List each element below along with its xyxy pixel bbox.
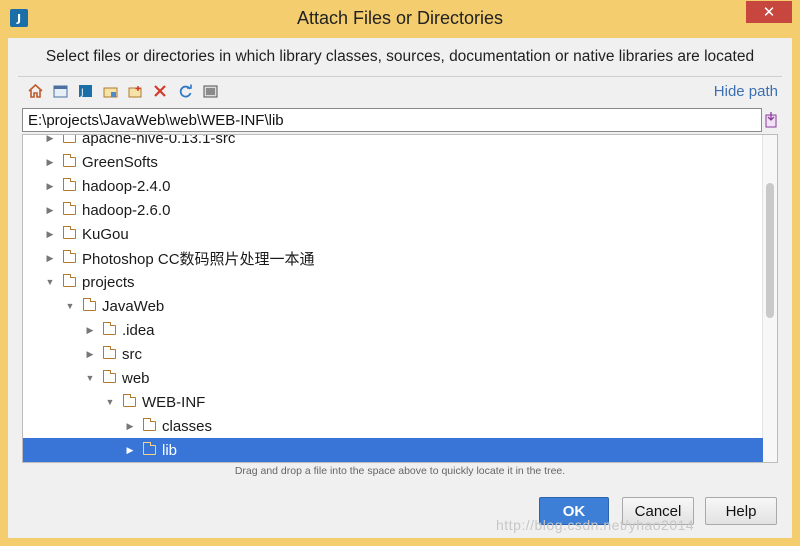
tree-row[interactable]: ▼ WEB-INF xyxy=(23,390,763,414)
tree-row-label: apache-hive-0.13.1-src xyxy=(82,134,236,147)
desktop-icon[interactable] xyxy=(51,82,69,100)
folder-icon xyxy=(62,226,76,239)
folder-icon xyxy=(62,274,76,287)
folder-icon xyxy=(102,346,116,359)
help-button[interactable]: Help xyxy=(705,497,777,525)
file-tree[interactable]: ▶ apache-hive-0.13.1-src ▶ GreenSofts ▶ hadoo… xyxy=(22,134,778,463)
collapsed-arrow-icon[interactable]: ▶ xyxy=(43,227,57,241)
description-text: Select files or directories in which lib… xyxy=(45,48,755,65)
tree-row[interactable]: ▶ GreenSofts xyxy=(23,150,763,174)
scrollbar-thumb[interactable] xyxy=(766,183,774,318)
path-history-icon[interactable] xyxy=(764,111,778,129)
toolbar: J xyxy=(26,82,219,100)
folder-icon xyxy=(122,394,136,407)
expanded-arrow-icon[interactable]: ▼ xyxy=(83,371,97,385)
title-bar[interactable]: J Attach Files or Directories ✕ xyxy=(0,0,800,38)
svg-text:J: J xyxy=(80,88,84,98)
tree-row-label: .idea xyxy=(122,321,155,339)
collapsed-arrow-icon[interactable]: ▶ xyxy=(43,203,57,217)
tree-row[interactable]: ▶ lib xyxy=(23,438,763,462)
close-button[interactable]: ✕ xyxy=(746,1,792,23)
tree-row[interactable]: ▶ .idea xyxy=(23,318,763,342)
folder-icon xyxy=(63,135,76,143)
tree-row[interactable]: ▶ src xyxy=(23,342,763,366)
tree-row-label: projects xyxy=(82,273,135,291)
collapsed-arrow-icon[interactable]: ▶ xyxy=(43,251,57,265)
drag-drop-hint: Drag and drop a file into the space abov… xyxy=(234,465,566,477)
folder-icon xyxy=(82,298,96,311)
tree-row-label: Photoshop CC数码照片处理一本通 xyxy=(82,250,315,268)
folder-icon xyxy=(62,250,76,263)
tree-row-label: hadoop-2.6.0 xyxy=(82,201,171,219)
tree-row[interactable]: ▼ JavaWeb xyxy=(23,294,763,318)
tree-row[interactable]: ▼ projects xyxy=(23,270,763,294)
folder-icon xyxy=(62,154,76,167)
divider xyxy=(18,76,782,77)
tree-row-label: web xyxy=(122,369,150,387)
dialog-window: J Attach Files or Directories ✕ Select f… xyxy=(0,0,800,546)
delete-icon[interactable] xyxy=(151,82,169,100)
project-icon[interactable]: J xyxy=(76,82,94,100)
home-icon[interactable] xyxy=(26,82,44,100)
hide-path-link[interactable]: Hide path xyxy=(714,83,778,100)
new-folder-icon[interactable] xyxy=(126,82,144,100)
tree-row[interactable]: ▶ apache-hive-0.13.1-src xyxy=(23,134,763,150)
tree-row[interactable]: ▶ KuGou xyxy=(23,222,763,246)
collapsed-arrow-icon[interactable]: ▶ xyxy=(123,419,137,433)
folder-icon xyxy=(102,322,116,335)
tree-row-label: hadoop-2.4.0 xyxy=(82,177,171,195)
folder-icon xyxy=(62,178,76,191)
folder-icon xyxy=(102,370,116,383)
tree-row-label: JavaWeb xyxy=(102,297,165,315)
tree-row[interactable]: ▼ web xyxy=(23,366,763,390)
collapsed-arrow-icon[interactable]: ▶ xyxy=(83,347,97,361)
module-icon[interactable] xyxy=(101,82,119,100)
tree-row-label: classes xyxy=(162,417,213,435)
dialog-title: Attach Files or Directories xyxy=(296,8,504,28)
folder-icon xyxy=(142,442,156,455)
folder-icon xyxy=(142,418,156,431)
collapsed-arrow-icon[interactable]: ▶ xyxy=(43,135,57,145)
folder-icon xyxy=(62,202,76,215)
collapsed-arrow-icon[interactable]: ▶ xyxy=(123,443,137,457)
expanded-arrow-icon[interactable]: ▼ xyxy=(103,395,117,409)
tree-row[interactable]: ▶ hadoop-2.4.0 xyxy=(23,174,763,198)
path-input[interactable]: E:\projects\JavaWeb\web\WEB-INF\lib xyxy=(22,108,762,132)
tree-row[interactable]: ▶ classes xyxy=(23,414,763,438)
collapsed-arrow-icon[interactable]: ▶ xyxy=(43,155,57,169)
tree-row-label: GreenSofts xyxy=(82,153,158,171)
tree-scrollbar[interactable] xyxy=(762,135,777,462)
tree-row[interactable]: ▶ Photoshop CC数码照片处理一本通 xyxy=(23,246,763,270)
collapsed-arrow-icon[interactable]: ▶ xyxy=(43,179,57,193)
tree-row-label: WEB-INF xyxy=(142,393,206,411)
dialog-content: Select files or directories in which lib… xyxy=(8,38,792,538)
show-hidden-icon[interactable] xyxy=(201,82,219,100)
refresh-icon[interactable] xyxy=(176,82,194,100)
tree-row-label: KuGou xyxy=(82,225,129,243)
tree-row-label: src xyxy=(122,345,142,363)
tree-row-label: lib xyxy=(162,441,178,459)
tree-row[interactable]: ▶ hadoop-2.6.0 xyxy=(23,198,763,222)
watermark: http://blog.csdn.net/yhao2014 xyxy=(496,517,695,533)
expanded-arrow-icon[interactable]: ▼ xyxy=(43,275,57,289)
collapsed-arrow-icon[interactable]: ▶ xyxy=(83,323,97,337)
expanded-arrow-icon[interactable]: ▼ xyxy=(63,299,77,313)
